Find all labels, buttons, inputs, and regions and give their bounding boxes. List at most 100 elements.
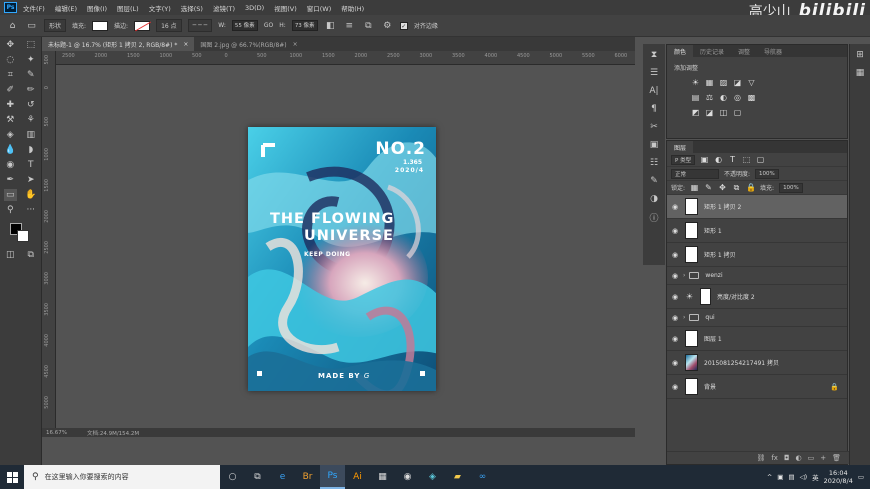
volume-icon[interactable]: ◁) xyxy=(800,473,808,481)
photo-filter-icon[interactable]: ◎ xyxy=(733,93,742,102)
hue-saturation-icon[interactable]: ▤ xyxy=(691,93,700,102)
lock-move-icon[interactable]: ✥ xyxy=(718,183,727,192)
history-panel-icon[interactable]: ⧗ xyxy=(647,48,661,62)
height-input[interactable]: 73 像素 xyxy=(291,20,318,31)
path-select-icon[interactable]: ➤ xyxy=(24,174,37,186)
tab-document-2[interactable]: 国图 2.jpg @ 66.7%(RGB/8#) × xyxy=(194,37,303,51)
zoom-tool-icon[interactable]: ⚲ xyxy=(4,204,17,216)
shape-mode-select[interactable]: 形状 xyxy=(44,19,67,32)
hand-tool-icon[interactable]: ✋ xyxy=(24,189,37,201)
vibrance-icon[interactable]: ▽ xyxy=(747,78,756,87)
history-brush-icon[interactable]: ↺ xyxy=(24,99,37,111)
lock-icon[interactable]: 🔒 xyxy=(830,383,839,391)
screen-mode-icon[interactable]: ⧉ xyxy=(24,249,37,261)
layer-row[interactable]: ◉ 矩形 1 拷贝 xyxy=(667,243,847,267)
brush-tool-icon[interactable]: ✐ xyxy=(4,84,17,96)
eye-icon[interactable]: ◉ xyxy=(670,272,680,280)
layer-name[interactable]: 矩形 1 xyxy=(704,226,722,235)
eye-icon[interactable]: ◉ xyxy=(670,359,680,367)
filter-pixel-icon[interactable]: ▣ xyxy=(700,155,709,164)
stroke-size-input[interactable]: 16 点 xyxy=(156,19,182,32)
bridge-icon[interactable]: Br xyxy=(295,465,320,489)
info-panel-icon[interactable]: ⓘ xyxy=(647,210,661,224)
lock-paint-icon[interactable]: ✎ xyxy=(704,183,713,192)
fill-swatch[interactable] xyxy=(92,20,109,31)
tab-history[interactable]: 历史记录 xyxy=(693,45,731,57)
layer-name[interactable]: 矩形 1 拷贝 xyxy=(704,250,736,259)
clock[interactable]: 16:04 2020/8/4 xyxy=(824,469,853,485)
menu-filter[interactable]: 滤镜(T) xyxy=(213,3,235,13)
black-white-icon[interactable]: ◐ xyxy=(719,93,728,102)
app-icon[interactable]: ◈ xyxy=(420,465,445,489)
taskbar-search-box[interactable]: ⚲ 在这里输入你要搜索的内容 xyxy=(24,465,220,489)
adjust-panel-icon[interactable]: ☷ xyxy=(647,156,661,170)
swatches-panel-icon[interactable]: ▦ xyxy=(853,66,867,80)
layer-row[interactable]: ◉ 背景 🔒 xyxy=(667,375,847,399)
chevron-right-icon[interactable]: › xyxy=(683,314,685,321)
windows-start-button[interactable] xyxy=(0,465,24,489)
menu-window[interactable]: 窗口(W) xyxy=(307,3,332,13)
close-icon[interactable]: × xyxy=(293,41,298,48)
app-icon[interactable]: ▦ xyxy=(370,465,395,489)
new-adjustment-icon[interactable]: ◐ xyxy=(796,454,802,462)
lasso-tool-icon[interactable]: ◌ xyxy=(4,54,17,66)
photoshop-taskbar-icon[interactable]: Ps xyxy=(320,465,345,489)
cortana-icon[interactable]: ○ xyxy=(220,465,245,489)
pencil-tool-icon[interactable]: ✏ xyxy=(24,84,37,96)
curves-icon[interactable]: ▨ xyxy=(719,78,728,87)
menu-image[interactable]: 图像(I) xyxy=(87,3,107,13)
exposure-icon[interactable]: ◪ xyxy=(733,78,742,87)
move-tool-icon[interactable]: ✥ xyxy=(4,39,17,51)
menu-layer[interactable]: 图层(L) xyxy=(117,3,139,13)
tab-adjustments[interactable]: 调整 xyxy=(731,45,757,57)
tab-color[interactable]: 颜色 xyxy=(667,45,694,57)
tab-layers[interactable]: 图层 xyxy=(667,141,694,153)
more-tools-icon[interactable]: ··· xyxy=(24,204,37,216)
eraser-tool-icon[interactable]: ◈ xyxy=(4,129,17,141)
type-tool-icon[interactable]: T xyxy=(24,159,37,171)
layer-row[interactable]: ◉ 图层 1 xyxy=(667,327,847,351)
lock-pixels-icon[interactable]: ▦ xyxy=(690,183,699,192)
eye-icon[interactable]: ◉ xyxy=(670,335,680,343)
threshold-icon[interactable]: ◫ xyxy=(719,108,728,117)
eye-icon[interactable]: ◉ xyxy=(670,383,680,391)
link-dimensions-icon[interactable]: GO xyxy=(264,22,273,29)
link-layers-icon[interactable]: ⛓ xyxy=(756,454,765,462)
layer-row[interactable]: ◉ 矩形 1 拷贝 2 xyxy=(667,195,847,219)
layer-row[interactable]: ◉ 20150812542174​91 拷贝 xyxy=(667,351,847,375)
stroke-swatch[interactable] xyxy=(134,20,151,31)
quick-mask-icon[interactable]: ◫ xyxy=(4,249,17,261)
blend-mode-select[interactable]: 正常 xyxy=(671,168,719,179)
chevron-up-icon[interactable]: ^ xyxy=(767,473,772,481)
path-alignment-icon[interactable]: ≡ xyxy=(343,20,356,32)
lock-all-icon[interactable]: 🔒 xyxy=(746,183,756,192)
menu-view[interactable]: 视图(V) xyxy=(274,3,297,13)
gradient-tool-icon[interactable]: ▥ xyxy=(24,129,37,141)
path-arrangement-icon[interactable]: ⧉ xyxy=(362,20,375,32)
notification-icon[interactable]: ▭ xyxy=(858,473,864,481)
filter-type-icon[interactable]: T xyxy=(728,155,737,164)
filter-smart-icon[interactable]: ▢ xyxy=(756,155,765,164)
opacity-input[interactable]: 100% xyxy=(755,168,779,179)
align-edges-checkbox[interactable]: ✓ xyxy=(399,21,408,30)
edge-icon[interactable]: e xyxy=(270,465,295,489)
chevron-right-icon[interactable]: › xyxy=(683,272,685,279)
filter-adjustment-icon[interactable]: ◐ xyxy=(714,155,723,164)
eye-icon[interactable]: ◉ xyxy=(670,227,680,235)
brush-panel-icon[interactable]: ✎ xyxy=(647,174,661,188)
invert-icon[interactable]: ◩ xyxy=(691,108,700,117)
eye-icon[interactable]: ◉ xyxy=(670,293,680,301)
menu-type[interactable]: 文字(Y) xyxy=(149,3,171,13)
close-icon[interactable]: × xyxy=(183,41,188,48)
width-input[interactable]: 55 像素 xyxy=(231,20,258,31)
path-operations-icon[interactable]: ◧ xyxy=(324,20,337,32)
layer-comps-icon[interactable]: ▣ xyxy=(647,138,661,152)
menu-3d[interactable]: 3D(D) xyxy=(245,4,264,12)
tab-navigator[interactable]: 导航器 xyxy=(757,45,789,57)
illustrator-icon[interactable]: Ai xyxy=(345,465,370,489)
libraries-panel-icon[interactable]: ⊞ xyxy=(853,48,867,62)
marquee-tool-icon[interactable]: ⬚ xyxy=(24,39,37,51)
dodge-tool-icon[interactable]: ◗ xyxy=(24,144,37,156)
zoom-level[interactable]: 16.67% xyxy=(46,430,67,436)
eye-icon[interactable]: ◉ xyxy=(670,251,680,259)
